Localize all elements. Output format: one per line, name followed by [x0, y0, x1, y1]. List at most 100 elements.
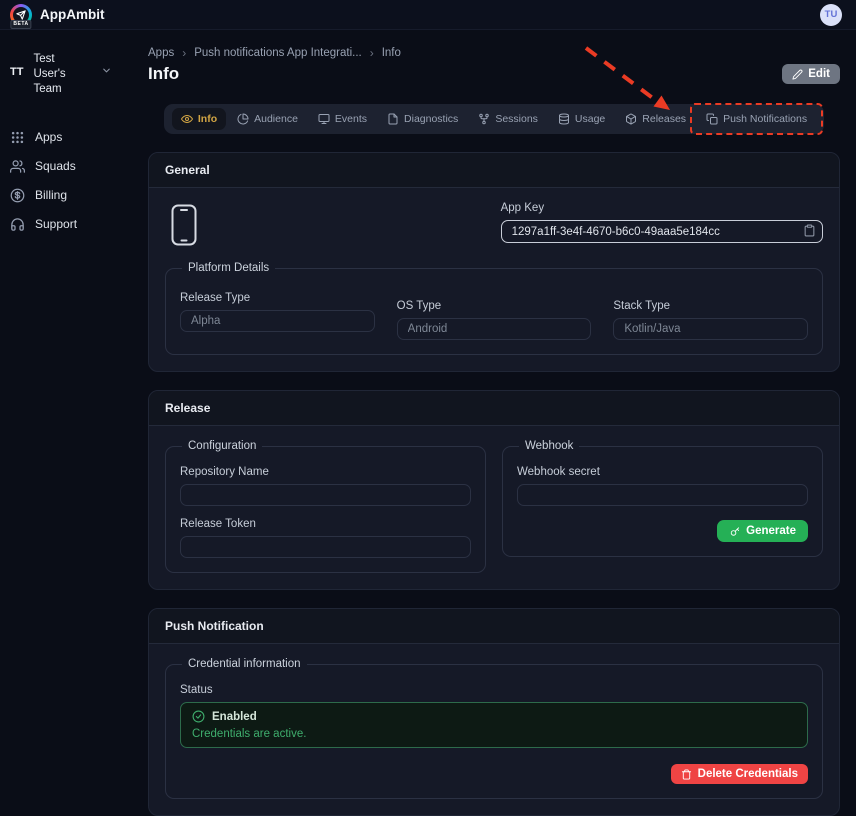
release-title: Release [165, 401, 210, 415]
delete-credentials-label: Delete Credentials [698, 768, 798, 780]
clipboard-icon [803, 224, 816, 237]
check-circle-icon [192, 710, 205, 723]
users-icon [10, 159, 25, 174]
release-type-label: Release Type [180, 292, 375, 304]
notification-squares-icon [706, 113, 718, 125]
platform-details-legend: Platform Details [182, 262, 275, 274]
tab-usage[interactable]: Usage [549, 108, 614, 130]
breadcrumb-app[interactable]: Push notifications App Integrati... [194, 47, 362, 59]
webhook-secret-input[interactable] [517, 484, 808, 506]
sidebar-item-label: Apps [35, 130, 62, 144]
tab-label: Sessions [495, 113, 538, 125]
breadcrumb-separator: › [182, 46, 186, 60]
stack-type-label: Stack Type [613, 300, 808, 312]
configuration-legend: Configuration [182, 440, 262, 452]
release-token-label: Release Token [180, 518, 471, 530]
team-name: Test User's Team [33, 52, 85, 97]
beta-badge: BETA [10, 20, 31, 29]
push-notification-card-header: Push Notification [149, 609, 839, 644]
page-title: Info [148, 64, 179, 84]
sidebar-item-squads[interactable]: Squads [0, 152, 148, 181]
breadcrumb: Apps › Push notifications App Integrati.… [148, 46, 840, 60]
tab-bar: Info Audience Events [164, 104, 824, 134]
trash-icon [681, 769, 692, 780]
general-title: General [165, 163, 210, 177]
network-icon [478, 113, 490, 125]
release-type-input[interactable] [180, 310, 375, 332]
eye-icon [181, 113, 193, 125]
appambit-logo-icon: BETA [10, 4, 32, 26]
status-label: Status [180, 684, 808, 696]
tab-label: Audience [254, 113, 298, 125]
sidebar-item-billing[interactable]: Billing [0, 181, 148, 210]
file-icon [387, 113, 399, 125]
sidebar: TT Test User's Team Apps [0, 30, 148, 786]
breadcrumb-apps[interactable]: Apps [148, 47, 174, 59]
tab-label: Push Notifications [723, 113, 807, 125]
repository-name-label: Repository Name [180, 466, 471, 478]
os-type-label: OS Type [397, 300, 592, 312]
headset-icon [10, 217, 25, 232]
tab-sessions[interactable]: Sessions [469, 108, 547, 130]
brand-name: AppAmbit [40, 7, 105, 22]
app-key-label: App Key [501, 202, 823, 214]
platform-details-fieldset: Platform Details Release Type OS Type St… [165, 262, 823, 355]
tab-push-notifications[interactable]: Push Notifications [697, 108, 816, 130]
status-value: Enabled [212, 711, 257, 723]
main-content: Apps › Push notifications App Integrati.… [148, 30, 856, 786]
dollar-circle-icon [10, 188, 25, 203]
os-type-input[interactable] [397, 318, 592, 340]
breadcrumb-separator: › [370, 46, 374, 60]
credential-information-legend: Credential information [182, 658, 307, 670]
tab-label: Events [335, 113, 367, 125]
sidebar-item-label: Support [35, 217, 77, 231]
key-icon [729, 526, 740, 537]
sidebar-item-label: Billing [35, 188, 67, 202]
release-card: Release Configuration Repository Name Re… [148, 390, 840, 590]
repository-name-input[interactable] [180, 484, 471, 506]
tab-info[interactable]: Info [172, 108, 226, 130]
copy-app-key-button[interactable] [803, 224, 816, 237]
topbar: BETA AppAmbit TU [0, 0, 856, 30]
edit-button-label: Edit [808, 68, 830, 80]
breadcrumb-info[interactable]: Info [382, 47, 401, 59]
team-initials: TT [10, 52, 23, 78]
app-key-input[interactable] [501, 220, 823, 243]
tab-label: Releases [642, 113, 686, 125]
status-detail: Credentials are active. [192, 728, 796, 740]
tab-label: Diagnostics [404, 113, 458, 125]
tab-label: Usage [575, 113, 605, 125]
sidebar-item-apps[interactable]: Apps [0, 123, 148, 152]
phone-icon [171, 204, 197, 246]
pie-chart-icon [237, 113, 249, 125]
generate-button-label: Generate [746, 525, 796, 537]
grid-icon [10, 130, 25, 145]
team-selector[interactable]: TT Test User's Team [0, 52, 148, 97]
generate-button[interactable]: Generate [717, 520, 808, 542]
tab-events[interactable]: Events [309, 108, 376, 130]
tab-diagnostics[interactable]: Diagnostics [378, 108, 467, 130]
general-card: General App Key [148, 152, 840, 372]
tab-audience[interactable]: Audience [228, 108, 307, 130]
webhook-legend: Webhook [519, 440, 579, 452]
status-box: Enabled Credentials are active. [180, 702, 808, 748]
user-avatar[interactable]: TU [820, 4, 842, 26]
tab-releases[interactable]: Releases [616, 108, 695, 130]
pencil-icon [792, 69, 803, 80]
delete-credentials-button[interactable]: Delete Credentials [671, 764, 808, 784]
send-icon [16, 10, 26, 20]
edit-button[interactable]: Edit [782, 64, 840, 84]
push-notification-title: Push Notification [165, 619, 264, 633]
chevron-down-icon [101, 52, 112, 76]
stack-type-input[interactable] [613, 318, 808, 340]
webhook-fieldset: Webhook Webhook secret Genera [502, 440, 823, 557]
sidebar-item-label: Squads [35, 159, 76, 173]
monitor-icon [318, 113, 330, 125]
release-card-header: Release [149, 391, 839, 426]
credential-information-fieldset: Credential information Status Enabled Cr… [165, 658, 823, 799]
general-card-header: General [149, 153, 839, 188]
sidebar-item-support[interactable]: Support [0, 210, 148, 239]
brand[interactable]: BETA AppAmbit [10, 4, 105, 26]
sidebar-nav: Apps Squads Billing [0, 123, 148, 239]
release-token-input[interactable] [180, 536, 471, 558]
